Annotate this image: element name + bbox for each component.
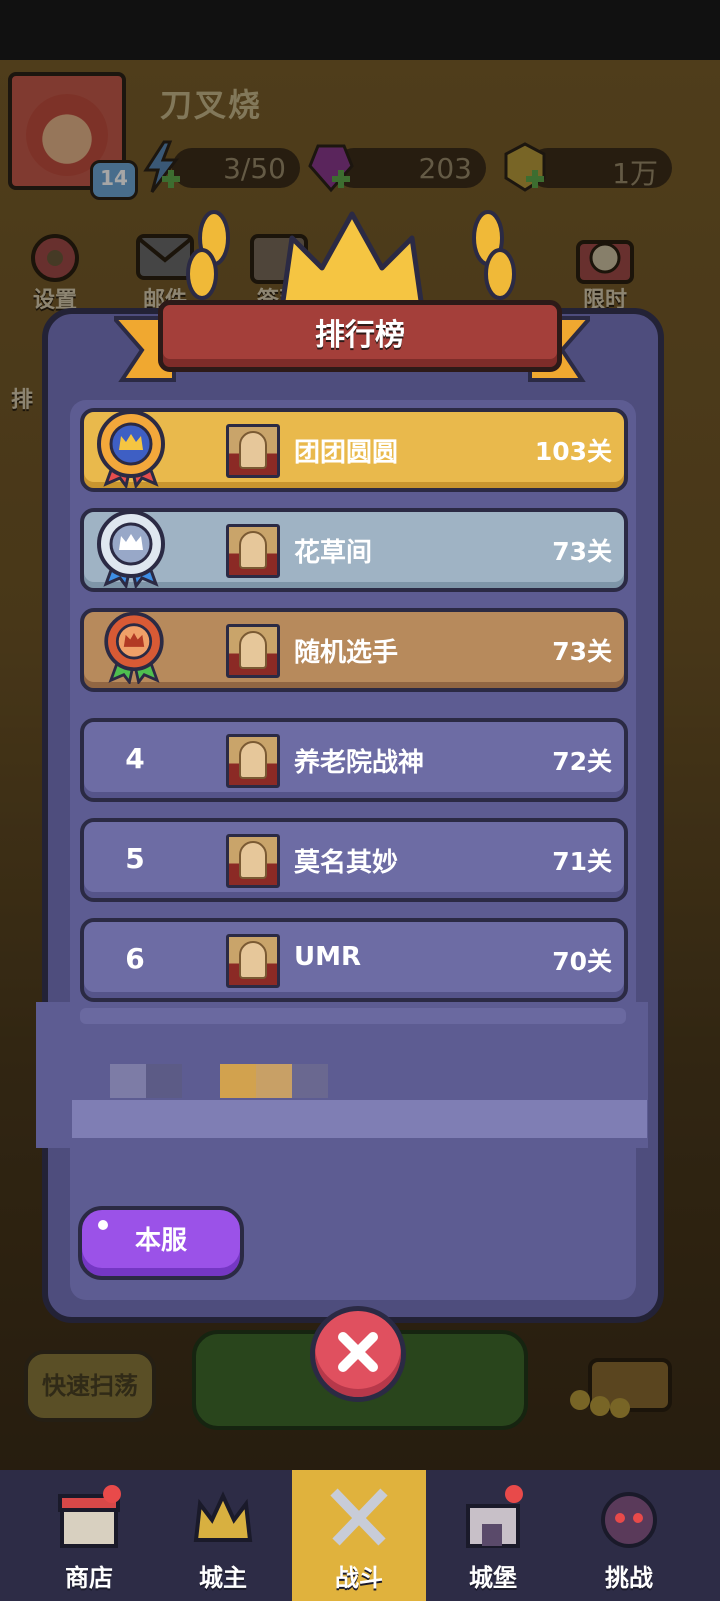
- nav-battle-label: 战斗: [335, 1564, 383, 1592]
- modal-title: 排行榜: [315, 318, 405, 353]
- stage-score: 73关: [552, 637, 612, 666]
- own-rank-blurred-edge: [80, 1008, 626, 1024]
- player-avatar-thumb: [226, 524, 280, 578]
- silver-medal-icon: [97, 510, 165, 588]
- player-name: 莫名其妙: [294, 848, 399, 878]
- own-rank-blurred-bar: [72, 1100, 647, 1138]
- nav-challenge-label: 挑战: [605, 1564, 653, 1592]
- player-name: 花草间: [294, 538, 373, 568]
- stage-score: 73关: [552, 537, 612, 566]
- castle-icon: [466, 1485, 523, 1548]
- stage-score: 103关: [534, 437, 612, 466]
- title-banner: 排行榜: [158, 300, 562, 372]
- nav-lord[interactable]: 城主: [156, 1470, 290, 1601]
- stage-score: 71关: [552, 847, 612, 876]
- leaderboard-row[interactable]: 5 莫名其妙 71关: [80, 818, 628, 902]
- stage-score: 72关: [552, 747, 612, 776]
- leaderboard-row[interactable]: 花草间 73关: [80, 508, 628, 592]
- shop-icon: [58, 1485, 121, 1548]
- player-name: 团团圆圆: [294, 438, 399, 468]
- this-server-label: 本服: [134, 1226, 187, 1256]
- rank-number: 4: [125, 742, 145, 775]
- player-name: UMR: [294, 942, 362, 972]
- status-bar: [0, 0, 720, 60]
- player-avatar-thumb: [226, 424, 280, 478]
- player-avatar-thumb: [226, 934, 280, 988]
- player-avatar-thumb: [226, 834, 280, 888]
- crossed-swords-icon: [330, 1488, 388, 1546]
- nav-shop[interactable]: 商店: [22, 1470, 156, 1601]
- player-avatar-thumb: [226, 624, 280, 678]
- stage-score: 70关: [552, 947, 612, 976]
- nav-castle-label: 城堡: [469, 1564, 517, 1592]
- nav-challenge[interactable]: 挑战: [562, 1470, 696, 1601]
- player-name: 随机选手: [294, 638, 399, 668]
- nav-shop-label: 商店: [65, 1564, 113, 1592]
- player-avatar-thumb: [226, 734, 280, 788]
- crown-nav-icon: [193, 1491, 253, 1542]
- pixel-block: [110, 1064, 146, 1098]
- rank-number: 5: [125, 842, 145, 875]
- leaderboard-row[interactable]: 6 UMR 70关: [80, 918, 628, 1002]
- demon-mask-icon: [601, 1492, 657, 1548]
- leaderboard-row[interactable]: 随机选手 73关: [80, 608, 628, 692]
- nav-lord-label: 城主: [199, 1564, 247, 1592]
- pixel-block: [256, 1064, 292, 1098]
- close-icon: [338, 1332, 378, 1372]
- nav-castle[interactable]: 城堡: [426, 1470, 560, 1601]
- player-name: 养老院战神: [294, 748, 425, 778]
- this-server-button[interactable]: 本服: [78, 1206, 244, 1280]
- leaderboard-row[interactable]: 4 养老院战神 72关: [80, 718, 628, 802]
- rank-number: 6: [125, 942, 145, 975]
- bronze-medal-icon: [104, 611, 164, 684]
- leaderboard-row[interactable]: 团团圆圆 103关: [80, 408, 628, 492]
- pixel-block: [220, 1064, 256, 1098]
- nav-battle[interactable]: 战斗: [292, 1470, 426, 1601]
- gold-medal-icon: [97, 410, 165, 488]
- pixel-block: [146, 1064, 182, 1098]
- close-button[interactable]: [310, 1306, 406, 1402]
- pixel-block: [292, 1064, 328, 1098]
